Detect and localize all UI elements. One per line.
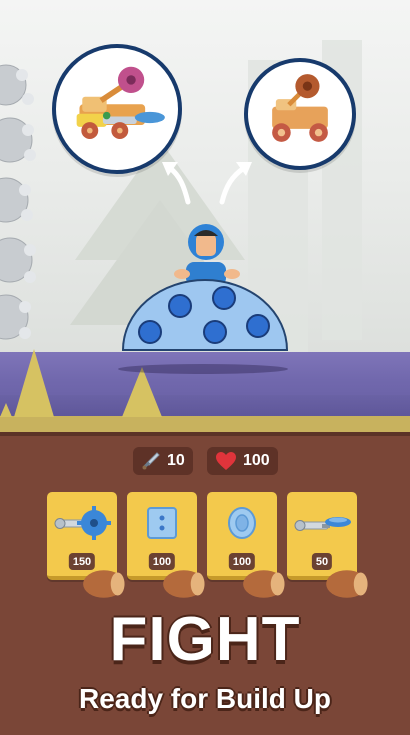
price-tag: 100 [148, 553, 205, 598]
vehicle-shadow [118, 364, 288, 374]
wood-icon [163, 570, 205, 598]
health-stat: 100 [207, 447, 278, 475]
wood-icon [243, 570, 285, 598]
spiked-wall [0, 64, 36, 340]
game-scene [0, 0, 410, 432]
build-panel: 10 100 150 100 100 50 FIGHT Ready for Bu… [0, 432, 410, 735]
price-tag: 150 [68, 553, 125, 598]
shop-item-saucer-cannon[interactable]: 50 [287, 492, 368, 598]
catapult-icon [272, 74, 328, 142]
player-vehicle[interactable] [120, 220, 290, 355]
heart-icon [216, 452, 236, 470]
health-value: 100 [243, 452, 270, 469]
price-tag: 50 [311, 553, 368, 598]
attack-value: 10 [167, 452, 185, 469]
ice-block-icon [147, 507, 177, 539]
wood-icon [326, 570, 368, 598]
shop-item-ice-block[interactable]: 100 [127, 492, 205, 598]
wheel-icon [228, 507, 256, 539]
shop-item-wheel[interactable]: 100 [207, 492, 285, 598]
attack-stat: 10 [133, 447, 193, 475]
gear-mace-icon [54, 506, 111, 540]
choice-arrows [162, 162, 252, 205]
floor-spikes [0, 349, 162, 417]
price-tag: 100 [228, 553, 285, 598]
banner-subtitle: Ready for Build Up [78, 683, 331, 714]
sword-icon [142, 452, 160, 470]
banner-title: FIGHT [109, 605, 301, 674]
build-option-catapult[interactable] [244, 58, 356, 170]
saucer-cannon-icon [294, 517, 351, 531]
shop-item-gear-mace[interactable]: 150 [47, 492, 125, 598]
wood-icon [83, 570, 125, 598]
